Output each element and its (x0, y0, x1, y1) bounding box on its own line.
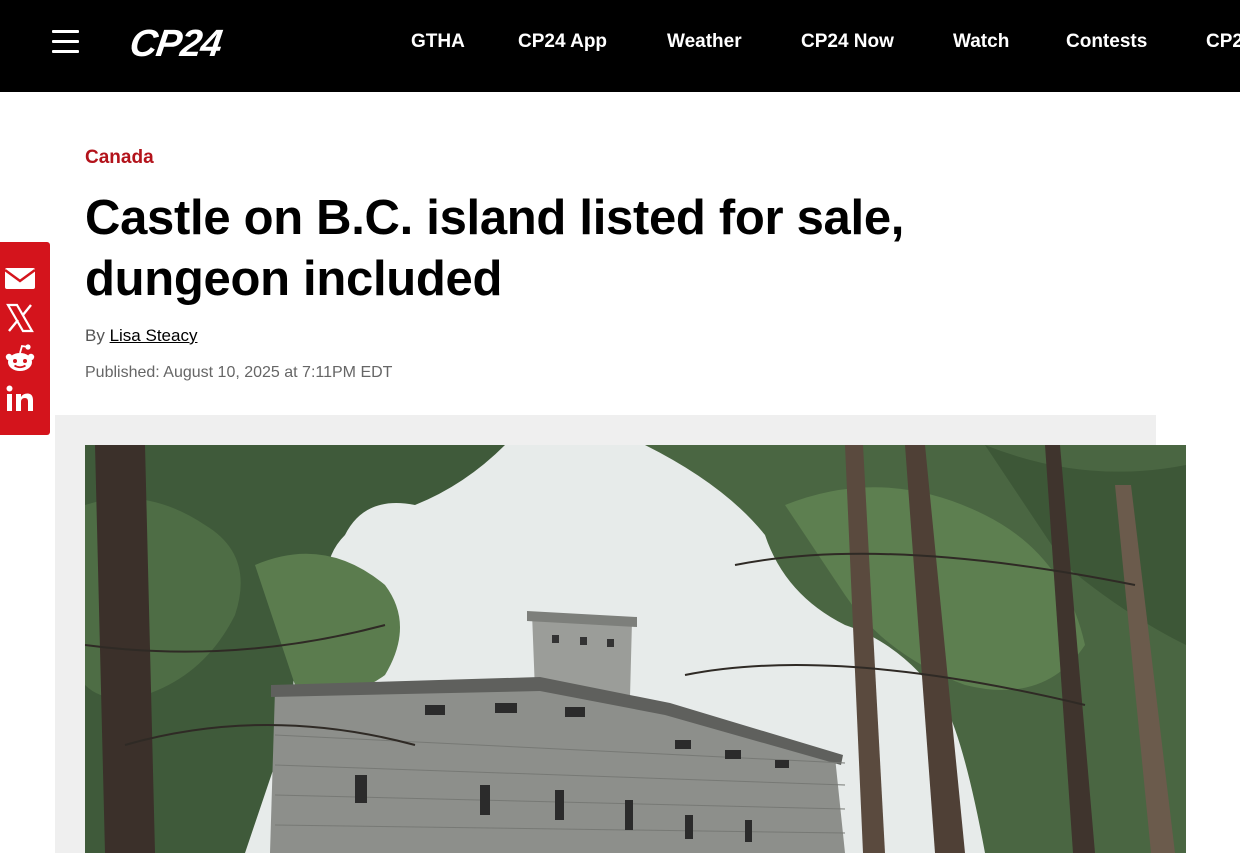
author-link[interactable]: Lisa Steacy (110, 326, 198, 345)
email-share-button[interactable] (4, 262, 36, 294)
share-rail (0, 242, 50, 435)
byline-prefix: By (85, 326, 105, 345)
nav-item-cp24-app[interactable]: CP24 App (518, 30, 607, 54)
article-headline: Castle on B.C. island listed for sale, d… (85, 191, 905, 306)
nav-item-cp24-now[interactable]: CP24 Now (801, 30, 894, 54)
x-share-button[interactable] (4, 302, 36, 334)
top-navigation-bar: CP24 GTHA CP24 App Weather CP24 Now Watc… (0, 0, 1240, 92)
nav-item-gtha[interactable]: GTHA (411, 30, 465, 54)
cp24-logo[interactable]: CP24 (127, 22, 224, 66)
linkedin-share-button[interactable] (4, 383, 36, 415)
email-icon (4, 268, 36, 289)
published-date: Published: August 10, 2025 at 7:11PM EDT (85, 364, 393, 381)
menu-icon[interactable] (52, 30, 79, 54)
nav-item-weather[interactable]: Weather (667, 30, 742, 54)
reddit-share-button[interactable] (4, 343, 36, 375)
byline: By Lisa Steacy (85, 325, 197, 347)
nav-item-cp24-overflow[interactable]: CP24 (1206, 30, 1240, 54)
castle-photo (85, 445, 1186, 853)
nav-item-contests[interactable]: Contests (1066, 30, 1147, 54)
article-category-link[interactable]: Canada (85, 146, 154, 170)
reddit-icon (5, 344, 35, 371)
nav-item-watch[interactable]: Watch (953, 30, 1009, 54)
x-icon (6, 303, 34, 333)
linkedin-icon (6, 385, 33, 411)
